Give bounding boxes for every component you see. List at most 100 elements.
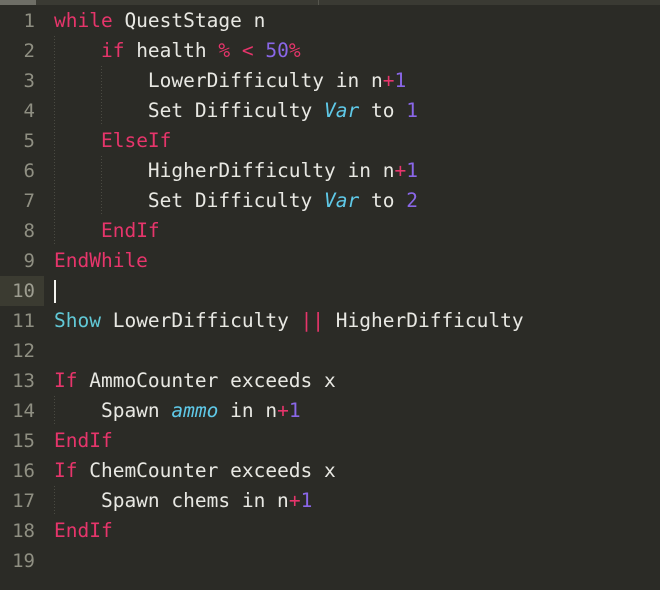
code-token-txt: Spawn chems in n xyxy=(54,489,289,512)
line-number[interactable]: 13 xyxy=(0,366,44,396)
code-token-kw: EndIf xyxy=(54,519,113,542)
line-number[interactable]: 10 xyxy=(0,276,44,306)
code-line[interactable]: 19 xyxy=(0,546,660,576)
code-line-content[interactable]: Show LowerDifficulty || HigherDifficulty xyxy=(44,306,660,336)
code-line[interactable]: 1 while QuestStage n xyxy=(0,6,660,36)
code-token-kw: while xyxy=(54,9,113,32)
line-number[interactable]: 17 xyxy=(0,486,44,516)
code-line[interactable]: 10 xyxy=(0,276,660,306)
code-token-num: 50 xyxy=(265,39,289,62)
code-token-num: 2 xyxy=(406,189,418,212)
code-line[interactable]: 15 EndIf xyxy=(0,426,660,456)
code-line[interactable]: 16 If ChemCounter exceeds x xyxy=(0,456,660,486)
text-caret xyxy=(54,280,56,303)
line-number[interactable]: 7 xyxy=(0,186,44,216)
code-line[interactable]: 9 EndWhile xyxy=(0,246,660,276)
code-line-content[interactable]: HigherDifficulty in n+1 xyxy=(44,156,660,186)
code-line-content[interactable]: Set Difficulty Var to 2 xyxy=(44,186,660,216)
code-line[interactable]: 7 Set Difficulty Var to 2 xyxy=(0,186,660,216)
code-editor[interactable]: 1 while QuestStage n2 if health % < 50% 3 … xyxy=(0,0,660,590)
code-token-txt: LowerDifficulty in n xyxy=(54,69,383,92)
code-token-kw: EndWhile xyxy=(54,249,148,272)
code-token-txt: to xyxy=(359,99,407,122)
code-token-txt: HigherDifficulty xyxy=(324,309,524,332)
code-line[interactable]: 12 xyxy=(0,336,660,366)
indent-guide xyxy=(54,36,55,66)
code-line-content[interactable]: Spawn chems in n+1 xyxy=(44,486,660,516)
code-token-num: 1 xyxy=(288,399,301,422)
code-line[interactable]: 11 Show LowerDifficulty || HigherDifficul… xyxy=(0,306,660,336)
code-line[interactable]: 17 Spawn chems in n+1 xyxy=(0,486,660,516)
code-token-txt: to xyxy=(359,189,407,212)
line-number[interactable]: 8 xyxy=(0,216,44,246)
line-number[interactable]: 1 xyxy=(0,6,44,36)
indent-guide xyxy=(101,66,102,96)
code-token-txt: Spawn xyxy=(54,399,172,422)
code-token-txt: AmmoCounter exceeds x xyxy=(77,369,336,392)
code-token-op: % xyxy=(218,39,231,62)
code-line-content[interactable] xyxy=(44,276,660,306)
code-token-op: + xyxy=(277,399,289,422)
code-token-num: 1 xyxy=(406,159,418,182)
line-number[interactable]: 14 xyxy=(0,396,44,426)
indent-guide xyxy=(54,216,55,246)
code-token-kw: if xyxy=(100,39,125,62)
code-line-content[interactable]: EndIf xyxy=(44,426,660,456)
code-line[interactable]: 3 LowerDifficulty in n+1 xyxy=(0,66,660,96)
code-token-op: || xyxy=(300,309,325,332)
code-token-txt: in n xyxy=(218,399,278,422)
code-line[interactable]: 5 ElseIf xyxy=(0,126,660,156)
code-line[interactable]: 18 EndIf xyxy=(0,516,660,546)
code-line-content[interactable]: if health % < 50% xyxy=(44,36,660,66)
line-number[interactable]: 15 xyxy=(0,426,44,456)
code-line[interactable]: 13 If AmmoCounter exceeds x xyxy=(0,366,660,396)
indent-guide xyxy=(101,96,102,126)
code-token-op: % xyxy=(288,39,301,62)
code-line-content[interactable]: LowerDifficulty in n+1 xyxy=(44,66,660,96)
line-number[interactable]: 11 xyxy=(0,306,44,336)
line-number[interactable]: 9 xyxy=(0,246,44,276)
code-line[interactable]: 8 EndIf xyxy=(0,216,660,246)
line-number[interactable]: 12 xyxy=(0,336,44,366)
code-token-txt: QuestStage n xyxy=(112,9,266,32)
code-line-content[interactable]: EndWhile xyxy=(44,246,660,276)
indent-guide xyxy=(54,156,55,186)
code-token-txt: LowerDifficulty xyxy=(100,309,301,332)
code-line[interactable]: 14 Spawn ammo in n+1 xyxy=(0,396,660,426)
line-number[interactable]: 6 xyxy=(0,156,44,186)
code-line-content[interactable]: Spawn ammo in n+1 xyxy=(44,396,660,426)
code-token-num: 1 xyxy=(300,489,313,512)
code-token-txt: HigherDifficulty in n xyxy=(54,159,395,182)
line-number[interactable]: 4 xyxy=(0,96,44,126)
code-line-content[interactable] xyxy=(44,336,660,366)
code-line-content[interactable]: Set Difficulty Var to 1 xyxy=(44,96,660,126)
code-token-txt: Set Difficulty xyxy=(54,189,325,212)
code-line-content[interactable]: ElseIf xyxy=(44,126,660,156)
code-line-content[interactable]: EndIf xyxy=(44,516,660,546)
line-number[interactable]: 16 xyxy=(0,456,44,486)
code-line-content[interactable] xyxy=(44,546,660,576)
code-lines-container[interactable]: 1 while QuestStage n2 if health % < 50% 3 … xyxy=(0,6,660,590)
line-number[interactable]: 18 xyxy=(0,516,44,546)
scrollbar-thumb[interactable] xyxy=(0,0,36,5)
code-line[interactable]: 4 Set Difficulty Var to 1 xyxy=(0,96,660,126)
code-line-content[interactable]: while QuestStage n xyxy=(44,6,660,36)
indent-guide xyxy=(54,486,55,516)
indent-guide xyxy=(101,186,102,216)
code-token-kw: ElseIf xyxy=(100,129,172,152)
code-token-kw: EndIf xyxy=(54,429,113,452)
code-line[interactable]: 2 if health % < 50% xyxy=(0,36,660,66)
indent-guide xyxy=(101,156,102,186)
line-number[interactable]: 5 xyxy=(0,126,44,156)
code-line-content[interactable]: If ChemCounter exceeds x xyxy=(44,456,660,486)
code-line[interactable]: 6 HigherDifficulty in n+1 xyxy=(0,156,660,186)
code-token-kw: If xyxy=(54,369,78,392)
line-number[interactable]: 19 xyxy=(0,546,44,576)
code-line-content[interactable]: If AmmoCounter exceeds x xyxy=(44,366,660,396)
line-number[interactable]: 2 xyxy=(0,36,44,66)
scrollbar-track[interactable] xyxy=(36,0,660,5)
line-number[interactable]: 3 xyxy=(0,66,44,96)
code-line-content[interactable]: EndIf xyxy=(44,216,660,246)
